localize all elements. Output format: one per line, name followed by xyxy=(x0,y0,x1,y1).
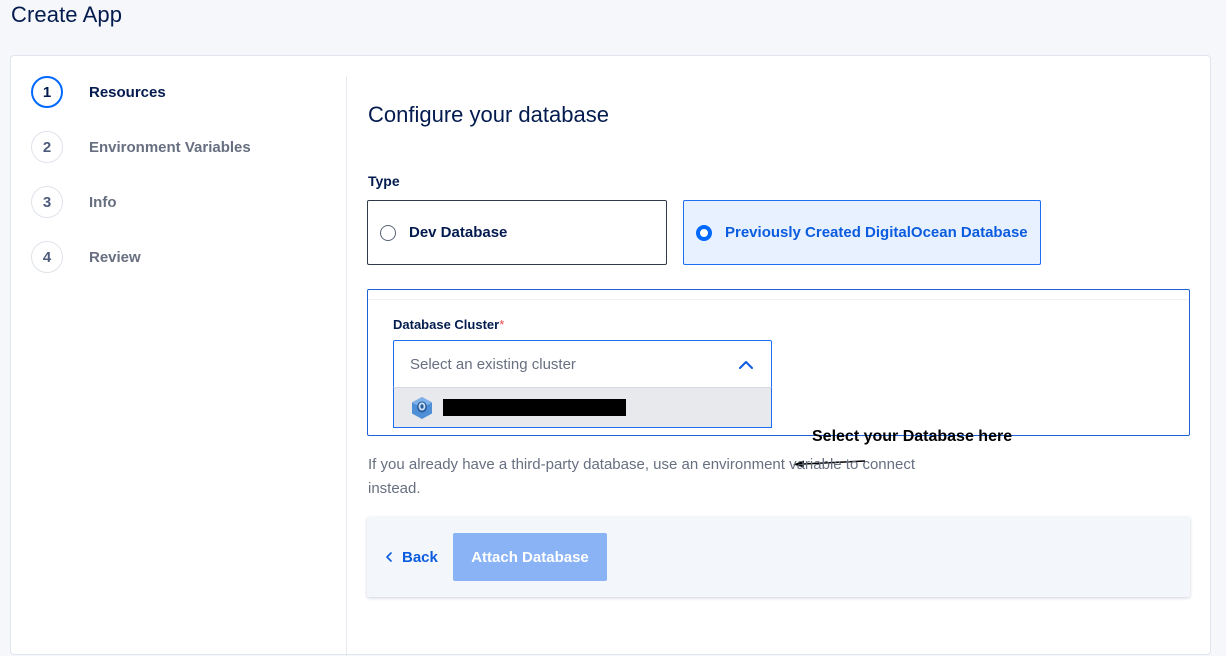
section-title: Configure your database xyxy=(368,102,609,127)
step-number: 3 xyxy=(31,186,63,218)
attach-database-button[interactable]: Attach Database xyxy=(453,533,607,581)
database-cluster-select[interactable]: Select an existing cluster xyxy=(393,340,772,388)
postgresql-icon xyxy=(412,396,432,419)
select-placeholder: Select an existing cluster xyxy=(410,355,576,373)
page-title: Create App xyxy=(11,2,123,27)
required-marker: * xyxy=(499,317,505,332)
dev-database-option[interactable]: Dev Database xyxy=(367,200,667,265)
previously-created-database-option[interactable]: Previously Created DigitalOcean Database xyxy=(683,200,1041,265)
database-cluster-panel: Database Cluster* Select an existing clu… xyxy=(367,289,1190,436)
radio-selected-icon[interactable] xyxy=(696,224,712,241)
step-info[interactable]: 3 Info xyxy=(31,186,117,218)
action-bar: Back Attach Database xyxy=(367,517,1190,597)
step-label: Resources xyxy=(89,83,166,101)
panel-divider xyxy=(368,299,1189,300)
step-environment-variables[interactable]: 2 Environment Variables xyxy=(31,131,251,163)
option-label: Previously Created DigitalOcean Database xyxy=(725,224,1028,241)
step-label: Review xyxy=(89,248,141,266)
type-label: Type xyxy=(368,173,400,189)
step-resources[interactable]: 1 Resources xyxy=(31,76,166,108)
step-number: 4 xyxy=(31,241,63,273)
radio-unselected-icon[interactable] xyxy=(380,224,396,241)
chevron-left-icon xyxy=(386,552,392,562)
option-label: Dev Database xyxy=(409,224,508,241)
stepper-divider xyxy=(346,76,347,656)
step-label: Info xyxy=(89,193,117,211)
step-label: Environment Variables xyxy=(89,138,251,156)
back-button[interactable]: Back xyxy=(384,533,438,581)
cluster-label-text: Database Cluster xyxy=(393,317,500,332)
back-label: Back xyxy=(402,548,438,566)
database-cluster-label: Database Cluster* xyxy=(393,317,504,332)
create-app-card: 1 Resources 2 Environment Variables 3 In… xyxy=(10,55,1211,656)
step-review[interactable]: 4 Review xyxy=(31,241,141,273)
help-text: If you already have a third-party databa… xyxy=(368,456,915,497)
annotation-text: Select your Database here xyxy=(812,428,1013,445)
redacted-cluster-name xyxy=(443,399,626,416)
cluster-dropdown-option[interactable] xyxy=(393,387,772,428)
step-number: 1 xyxy=(31,76,63,108)
chevron-up-icon[interactable] xyxy=(739,358,753,372)
step-number: 2 xyxy=(31,131,63,163)
